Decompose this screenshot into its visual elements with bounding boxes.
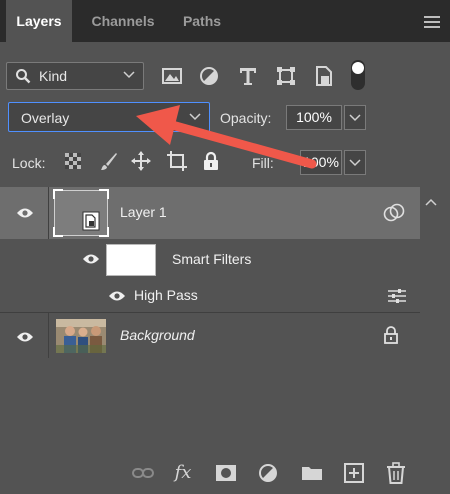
layers-panel: Kind Overlay Opacity: 100% Lock: Fill: 1…	[0, 42, 450, 494]
chevron-down-icon	[349, 114, 361, 122]
fill-input[interactable]: 100%	[300, 150, 342, 175]
layers-list: Layer 1 Smart Filters High Pass Backgrou…	[0, 187, 420, 457]
smart-filters-row[interactable]: Smart Filters	[0, 239, 420, 279]
layers-bottom-toolbar: fx	[0, 452, 450, 494]
layer-thumbnail[interactable]	[53, 189, 109, 237]
tab-paths[interactable]: Paths	[172, 0, 232, 42]
type-filter-icon[interactable]	[236, 64, 260, 88]
layer-mask-icon[interactable]	[213, 460, 239, 486]
layer-name[interactable]: Background	[120, 327, 195, 343]
chevron-down-icon	[189, 113, 201, 121]
chevron-down-icon	[349, 159, 361, 167]
shape-filter-icon[interactable]	[274, 64, 298, 88]
smart-object-filter-icon[interactable]	[312, 64, 336, 88]
background-thumbnail[interactable]	[56, 319, 106, 353]
chevron-down-icon	[123, 71, 135, 79]
layer-row-layer-1[interactable]: Layer 1	[0, 187, 420, 239]
filter-row-high-pass[interactable]: High Pass	[0, 279, 420, 312]
link-layers-icon[interactable]	[130, 460, 156, 486]
image-filter-icon[interactable]	[160, 64, 184, 88]
scroll-up-icon[interactable]	[422, 187, 440, 239]
filter-toggle[interactable]	[351, 60, 365, 90]
delete-layer-icon[interactable]	[383, 460, 409, 486]
photo-thumbnail-image	[56, 319, 106, 353]
smart-filter-indicator-icon	[383, 203, 405, 222]
filter-name: High Pass	[134, 287, 198, 303]
search-icon	[16, 69, 31, 84]
filter-kind-dropdown[interactable]: Kind	[6, 62, 144, 90]
tab-layers[interactable]: Layers	[6, 0, 72, 42]
blend-mode-dropdown[interactable]: Overlay	[8, 102, 210, 132]
smart-filters-label: Smart Filters	[172, 251, 252, 267]
lock-label: Lock:	[12, 155, 46, 171]
panel-tab-bar: Layers Channels Paths	[0, 0, 450, 42]
new-layer-icon[interactable]	[341, 460, 367, 486]
lock-transparent-pixels-icon[interactable]	[62, 150, 84, 172]
lock-position-icon[interactable]	[130, 150, 152, 172]
opacity-label: Opacity:	[220, 110, 272, 126]
lock-image-pixels-icon[interactable]	[98, 150, 120, 172]
panel-menu-icon[interactable]	[424, 16, 440, 28]
lock-all-icon[interactable]	[200, 150, 222, 172]
blend-mode-value: Overlay	[21, 110, 70, 126]
filter-mask-thumbnail[interactable]	[106, 244, 156, 276]
adjustment-filter-icon[interactable]	[197, 64, 221, 88]
visibility-eye-icon[interactable]	[108, 290, 126, 302]
new-group-icon[interactable]	[299, 460, 325, 486]
filter-blending-options-icon[interactable]	[386, 288, 408, 304]
filter-kind-label: Kind	[39, 68, 68, 84]
smart-object-badge-icon	[82, 211, 100, 231]
tab-channels[interactable]: Channels	[80, 0, 166, 42]
fx-icon[interactable]: fx	[170, 460, 196, 486]
fill-dropdown-button[interactable]	[344, 150, 366, 175]
visibility-eye-icon[interactable]	[16, 331, 34, 343]
opacity-input[interactable]: 100%	[286, 105, 342, 130]
row-divider	[48, 187, 49, 239]
fill-label: Fill:	[252, 155, 274, 171]
lock-icon[interactable]	[382, 325, 400, 345]
lock-artboard-icon[interactable]	[166, 150, 188, 172]
layer-row-background[interactable]: Background	[0, 312, 420, 358]
visibility-eye-icon[interactable]	[82, 253, 100, 265]
row-divider	[48, 313, 49, 358]
adjustment-layer-icon[interactable]	[255, 460, 281, 486]
opacity-dropdown-button[interactable]	[344, 105, 366, 130]
layer-name[interactable]: Layer 1	[120, 204, 167, 220]
visibility-eye-icon[interactable]	[16, 207, 34, 219]
